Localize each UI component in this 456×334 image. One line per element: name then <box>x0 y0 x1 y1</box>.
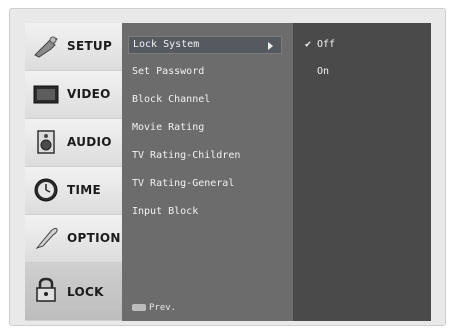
menu-item-video[interactable]: VIDEO <box>25 71 122 119</box>
checkmark-icon: ✔ <box>305 39 312 50</box>
lock-icon <box>36 277 56 302</box>
menu-label-setup: SETUP <box>67 39 113 53</box>
submenu-item-label: TV Rating-General <box>132 178 235 189</box>
menu-label-lock: LOCK <box>67 285 104 299</box>
submenu-item-label: Set Password <box>132 66 205 77</box>
setup-icon <box>34 36 58 58</box>
lock-system-options: ✔ Off On <box>293 23 431 321</box>
menu-label-time: TIME <box>67 183 101 197</box>
submenu-item-label: TV Rating-Children <box>132 150 241 161</box>
submenu-item-block-channel[interactable]: Block Channel <box>128 91 282 109</box>
submenu-item-label: Input Block <box>132 206 199 217</box>
submenu-item-tv-rating-general[interactable]: TV Rating-General <box>128 175 282 193</box>
menu-label-option: OPTION <box>67 231 121 245</box>
menu-item-option[interactable]: OPTION <box>25 215 122 263</box>
submenu-item-label: Block Channel <box>132 94 211 105</box>
option-label: On <box>317 66 330 77</box>
submenu-item-tv-rating-children[interactable]: TV Rating-Children <box>128 147 282 165</box>
submenu-item-label: Movie Rating <box>132 122 205 133</box>
menu-label-audio: AUDIO <box>67 135 112 149</box>
option-off[interactable]: ✔ Off <box>305 36 335 54</box>
submenu-item-input-block[interactable]: Input Block <box>128 203 282 221</box>
menu-label-video: VIDEO <box>67 87 111 101</box>
submenu-item-lock-system[interactable]: Lock System <box>128 36 282 54</box>
submenu-item-movie-rating[interactable]: Movie Rating <box>128 119 282 137</box>
option-on[interactable]: On <box>305 63 329 81</box>
video-icon <box>33 85 59 104</box>
option-label: Off <box>317 39 336 50</box>
time-icon <box>34 178 58 202</box>
submenu-item-label: Lock System <box>133 39 200 50</box>
option-icon <box>35 227 58 250</box>
prev-label: Prev. <box>149 303 177 313</box>
menu-item-time[interactable]: TIME <box>25 167 122 215</box>
submenu-item-set-password[interactable]: Set Password <box>128 63 282 81</box>
menu-item-audio[interactable]: AUDIO <box>25 119 122 167</box>
audio-icon <box>37 130 55 154</box>
prev-hint[interactable]: Prev. <box>132 303 176 313</box>
menu-item-setup[interactable]: SETUP <box>25 23 122 71</box>
main-menu: SETUP VIDEO AUDIO TIME OPTION LOCK <box>25 23 122 321</box>
tv-osd-screen: SETUP VIDEO AUDIO TIME OPTION LOCK Lock … <box>25 23 431 321</box>
lock-submenu: Lock System Set Password Block Channel M… <box>122 23 293 321</box>
arrow-right-icon <box>268 42 273 50</box>
menu-item-lock[interactable]: LOCK <box>25 263 122 321</box>
remote-button-icon <box>132 304 146 311</box>
